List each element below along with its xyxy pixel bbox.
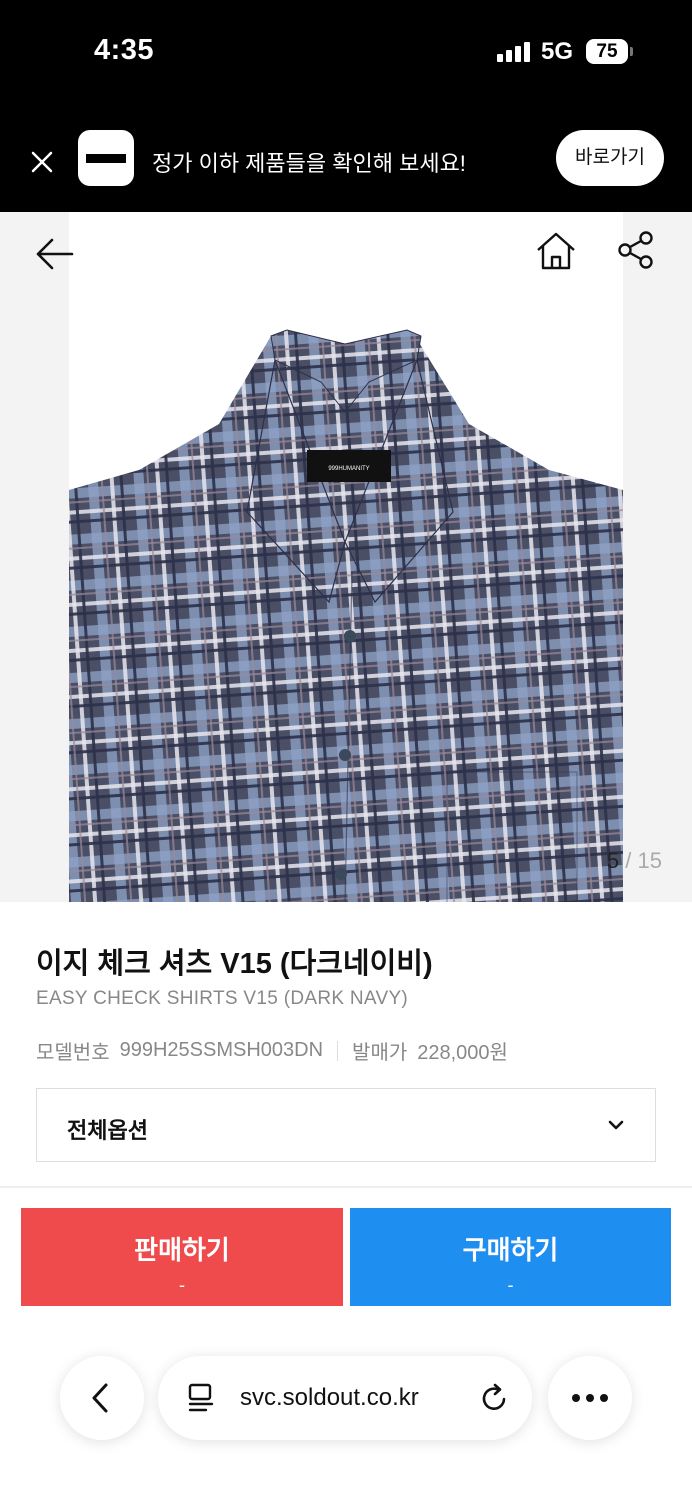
page-menu-icon[interactable] <box>186 1382 216 1414</box>
app-logo <box>78 130 134 186</box>
shirt-image: 999HUMANITY <box>69 329 623 902</box>
status-time: 4:35 <box>94 34 155 66</box>
share-icon[interactable] <box>616 230 656 270</box>
section-divider <box>0 1186 692 1188</box>
image-counter-current: 5 <box>606 848 620 873</box>
product-photo: 999HUMANITY <box>69 212 623 902</box>
sell-button-price: - <box>179 1275 185 1295</box>
image-counter: 5 / 15 <box>607 848 662 874</box>
model-number-value: 999H25SSMSH003DN <box>119 1039 324 1061</box>
chevron-down-icon <box>608 1120 624 1130</box>
banner-go-button[interactable]: 바로가기 <box>556 130 664 186</box>
meta-divider <box>337 1040 339 1061</box>
product-title: 이지 체크 셔츠 V15 (다크네이비) <box>36 948 433 980</box>
network-type: 5G <box>541 38 574 65</box>
more-options-button[interactable] <box>548 1356 632 1440</box>
product-image-gallery[interactable]: 999HUMANITY 5 / 15 <box>0 212 692 902</box>
release-price-value: 228,000원 <box>417 1042 508 1064</box>
more-dots-icon <box>572 1394 608 1402</box>
sell-button-label: 판매하기 <box>134 1235 230 1265</box>
url-text: svc.soldout.co.kr <box>240 1384 419 1411</box>
options-select-label: 전체옵션 <box>67 1118 148 1143</box>
shirt-label-text: 999HUMANITY <box>328 466 369 472</box>
banner-message: 정가 이하 제품들을 확인해 보세요! <box>152 151 466 176</box>
buy-button-label: 구매하기 <box>462 1235 559 1265</box>
options-select[interactable]: 전체옵션 <box>36 1088 656 1162</box>
product-meta: 모델번호 999H25SSMSH003DN 발매가 228,000원 <box>36 1036 508 1065</box>
close-icon[interactable] <box>26 146 58 178</box>
sell-button[interactable]: 판매하기 - <box>21 1208 343 1306</box>
signal-icon <box>497 42 531 62</box>
product-subtitle: EASY CHECK SHIRTS V15 (DARK NAVY) <box>36 988 409 1009</box>
image-counter-total: / 15 <box>625 848 662 873</box>
release-price-label: 발매가 <box>352 1042 408 1064</box>
browser-back-button[interactable] <box>60 1356 144 1440</box>
home-icon[interactable] <box>534 228 578 272</box>
model-number-label: 모델번호 <box>36 1042 110 1064</box>
address-bar[interactable]: svc.soldout.co.kr <box>158 1356 532 1440</box>
reload-icon[interactable] <box>478 1382 510 1414</box>
back-arrow-icon[interactable] <box>32 232 76 276</box>
chevron-left-icon <box>92 1383 108 1413</box>
app-banner: 정가 이하 제품들을 확인해 보세요! 바로가기 <box>0 108 692 212</box>
buy-button[interactable]: 구매하기 - <box>350 1208 671 1306</box>
buy-button-price: - <box>507 1275 514 1295</box>
browser-toolbar: svc.soldout.co.kr <box>0 1330 692 1500</box>
status-bar: 4:35 5G 75 <box>0 0 692 108</box>
battery-tip <box>630 47 633 56</box>
battery-icon: 75 <box>586 39 628 64</box>
